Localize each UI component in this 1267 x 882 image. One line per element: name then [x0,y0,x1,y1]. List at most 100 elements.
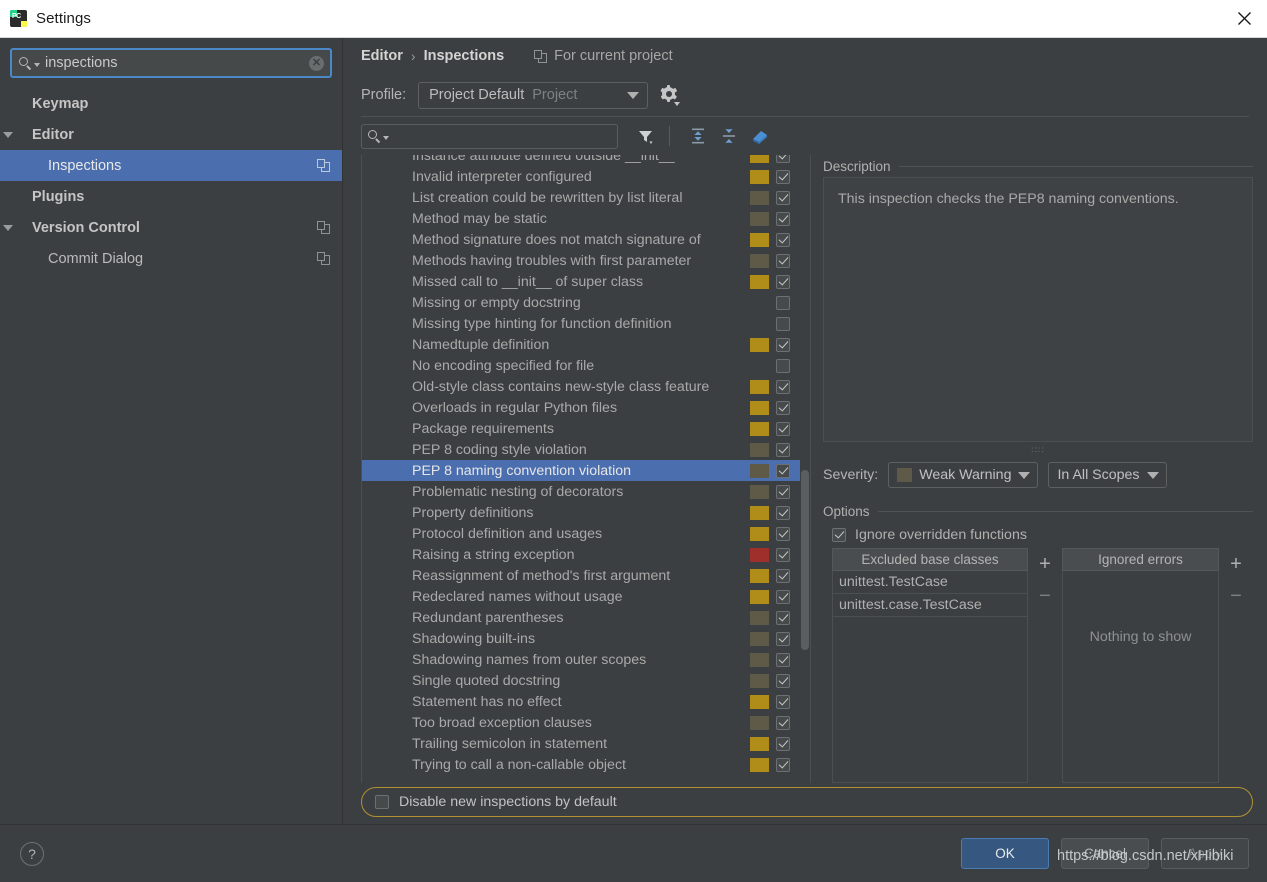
resize-grip[interactable]: ∷∷ [823,442,1253,458]
inspection-row[interactable]: Package requirements [362,418,800,439]
ignore-overridden-row[interactable]: Ignore overridden functions [823,522,1253,548]
inspection-row[interactable]: Protocol definition and usages [362,523,800,544]
inspection-enabled-checkbox[interactable] [776,757,790,772]
inspection-row[interactable]: Statement has no effect [362,691,800,712]
inspection-enabled-checkbox[interactable] [776,463,790,478]
disable-new-inspections-row[interactable]: Disable new inspections by default [361,787,1253,817]
inspection-enabled-checkbox[interactable] [776,484,790,499]
inspection-enabled-checkbox[interactable] [776,736,790,751]
inspection-enabled-checkbox[interactable] [776,526,790,541]
inspection-row[interactable]: Missing or empty docstring [362,292,800,313]
inspection-enabled-checkbox[interactable] [776,652,790,667]
inspection-enabled-checkbox[interactable] [776,316,790,331]
inspection-row[interactable]: PEP 8 coding style violation [362,439,800,460]
list-item[interactable]: unittest.TestCase [833,571,1027,594]
inspection-row[interactable]: No encoding specified for file [362,355,800,376]
sidebar-item-commit-dialog[interactable]: Commit Dialog [0,243,342,274]
scope-select[interactable]: In All Scopes [1048,462,1167,488]
list-item[interactable]: unittest.case.TestCase [833,594,1027,617]
inspection-row[interactable]: Methods having troubles with first param… [362,250,800,271]
chevron-down-icon[interactable] [0,131,16,138]
inspection-row[interactable]: Raising a string exception [362,544,800,565]
sidebar-item-editor[interactable]: Editor [0,119,342,150]
inspection-row[interactable]: Redeclared names without usage [362,586,800,607]
expand-all-icon[interactable] [684,123,711,150]
inspection-row[interactable]: Method may be static [362,208,800,229]
inspection-row[interactable]: Problematic nesting of decorators [362,481,800,502]
inspection-row[interactable]: Shadowing names from outer scopes [362,649,800,670]
inspection-enabled-checkbox[interactable] [776,589,790,604]
sidebar-item-keymap[interactable]: Keymap [0,88,342,119]
inspection-row[interactable]: Reassignment of method's first argument [362,565,800,586]
inspection-enabled-checkbox[interactable] [776,694,790,709]
apply-button[interactable]: Apply [1161,838,1249,869]
copy-icon[interactable] [317,252,330,265]
inspection-enabled-checkbox[interactable] [776,253,790,268]
ignore-overridden-checkbox[interactable] [832,528,846,542]
inspection-row[interactable]: Shadowing built-ins [362,628,800,649]
clear-icon[interactable]: ✕ [309,55,324,71]
inspections-scrollbar[interactable] [800,155,810,783]
eraser-icon[interactable] [746,123,773,150]
close-icon[interactable] [1221,0,1267,37]
inspection-enabled-checkbox[interactable] [776,568,790,583]
inspection-enabled-checkbox[interactable] [776,421,790,436]
inspection-enabled-checkbox[interactable] [776,673,790,688]
gear-icon[interactable] [660,85,681,106]
inspection-enabled-checkbox[interactable] [776,610,790,625]
inspection-enabled-checkbox[interactable] [776,211,790,226]
ok-button[interactable]: OK [961,838,1049,869]
search-history-caret-icon[interactable] [34,63,40,67]
inspection-row[interactable]: PEP 8 naming convention violation [362,460,800,481]
help-icon[interactable]: ? [20,841,44,866]
add-ignored-error-button[interactable]: + [1225,554,1247,576]
inspection-enabled-checkbox[interactable] [776,337,790,352]
sidebar-item-plugins[interactable]: Plugins [0,181,342,212]
severity-select[interactable]: Weak Warning [888,462,1039,488]
inspection-row[interactable]: Namedtuple definition [362,334,800,355]
inspection-enabled-checkbox[interactable] [776,155,790,163]
inspection-enabled-checkbox[interactable] [776,547,790,562]
inspection-row[interactable]: Overloads in regular Python files [362,397,800,418]
inspection-row[interactable]: Old-style class contains new-style class… [362,376,800,397]
chevron-down-icon[interactable] [0,224,16,231]
inspection-row[interactable]: Trailing semicolon in statement [362,733,800,754]
inspection-row[interactable]: Trying to call a non-callable object [362,754,800,775]
inspection-enabled-checkbox[interactable] [776,442,790,457]
scrollbar-thumb[interactable] [801,470,809,650]
search-input[interactable]: inspections ✕ [10,48,332,78]
inspection-enabled-checkbox[interactable] [776,169,790,184]
collapse-all-icon[interactable] [715,123,742,150]
remove-ignored-error-button[interactable]: − [1225,586,1247,608]
inspection-row[interactable]: Missed call to __init__ of super class [362,271,800,292]
inspection-enabled-checkbox[interactable] [776,715,790,730]
for-current-project[interactable]: For current project [534,48,673,64]
remove-excluded-class-button[interactable]: − [1034,586,1056,608]
copy-icon[interactable] [317,159,330,172]
sidebar-item-inspections[interactable]: Inspections [0,150,342,181]
cancel-button[interactable]: Cancel [1061,838,1149,869]
inspection-search-input[interactable] [361,123,618,149]
inspection-row[interactable]: Redundant parentheses [362,607,800,628]
inspection-enabled-checkbox[interactable] [776,274,790,289]
inspection-row[interactable]: Missing type hinting for function defini… [362,313,800,334]
breadcrumb-parent[interactable]: Editor [361,48,403,64]
profile-select[interactable]: Project Default Project [418,81,649,109]
inspection-enabled-checkbox[interactable] [776,379,790,394]
inspection-row[interactable]: Invalid interpreter configured [362,166,800,187]
inspection-enabled-checkbox[interactable] [776,631,790,646]
search-history-caret-icon[interactable] [383,136,389,140]
inspection-enabled-checkbox[interactable] [776,190,790,205]
inspection-row[interactable]: Property definitions [362,502,800,523]
inspection-enabled-checkbox[interactable] [776,295,790,310]
add-excluded-class-button[interactable]: + [1034,554,1056,576]
inspection-enabled-checkbox[interactable] [776,232,790,247]
sidebar-item-version-control[interactable]: Version Control [0,212,342,243]
inspection-enabled-checkbox[interactable] [776,505,790,520]
disable-new-inspections-checkbox[interactable] [375,795,389,809]
inspection-row[interactable]: List creation could be rewritten by list… [362,187,800,208]
inspection-row[interactable]: Instance attribute defined outside __ini… [362,155,800,166]
inspection-row[interactable]: Too broad exception clauses [362,712,800,733]
filter-icon[interactable] [632,123,659,150]
inspection-enabled-checkbox[interactable] [776,400,790,415]
